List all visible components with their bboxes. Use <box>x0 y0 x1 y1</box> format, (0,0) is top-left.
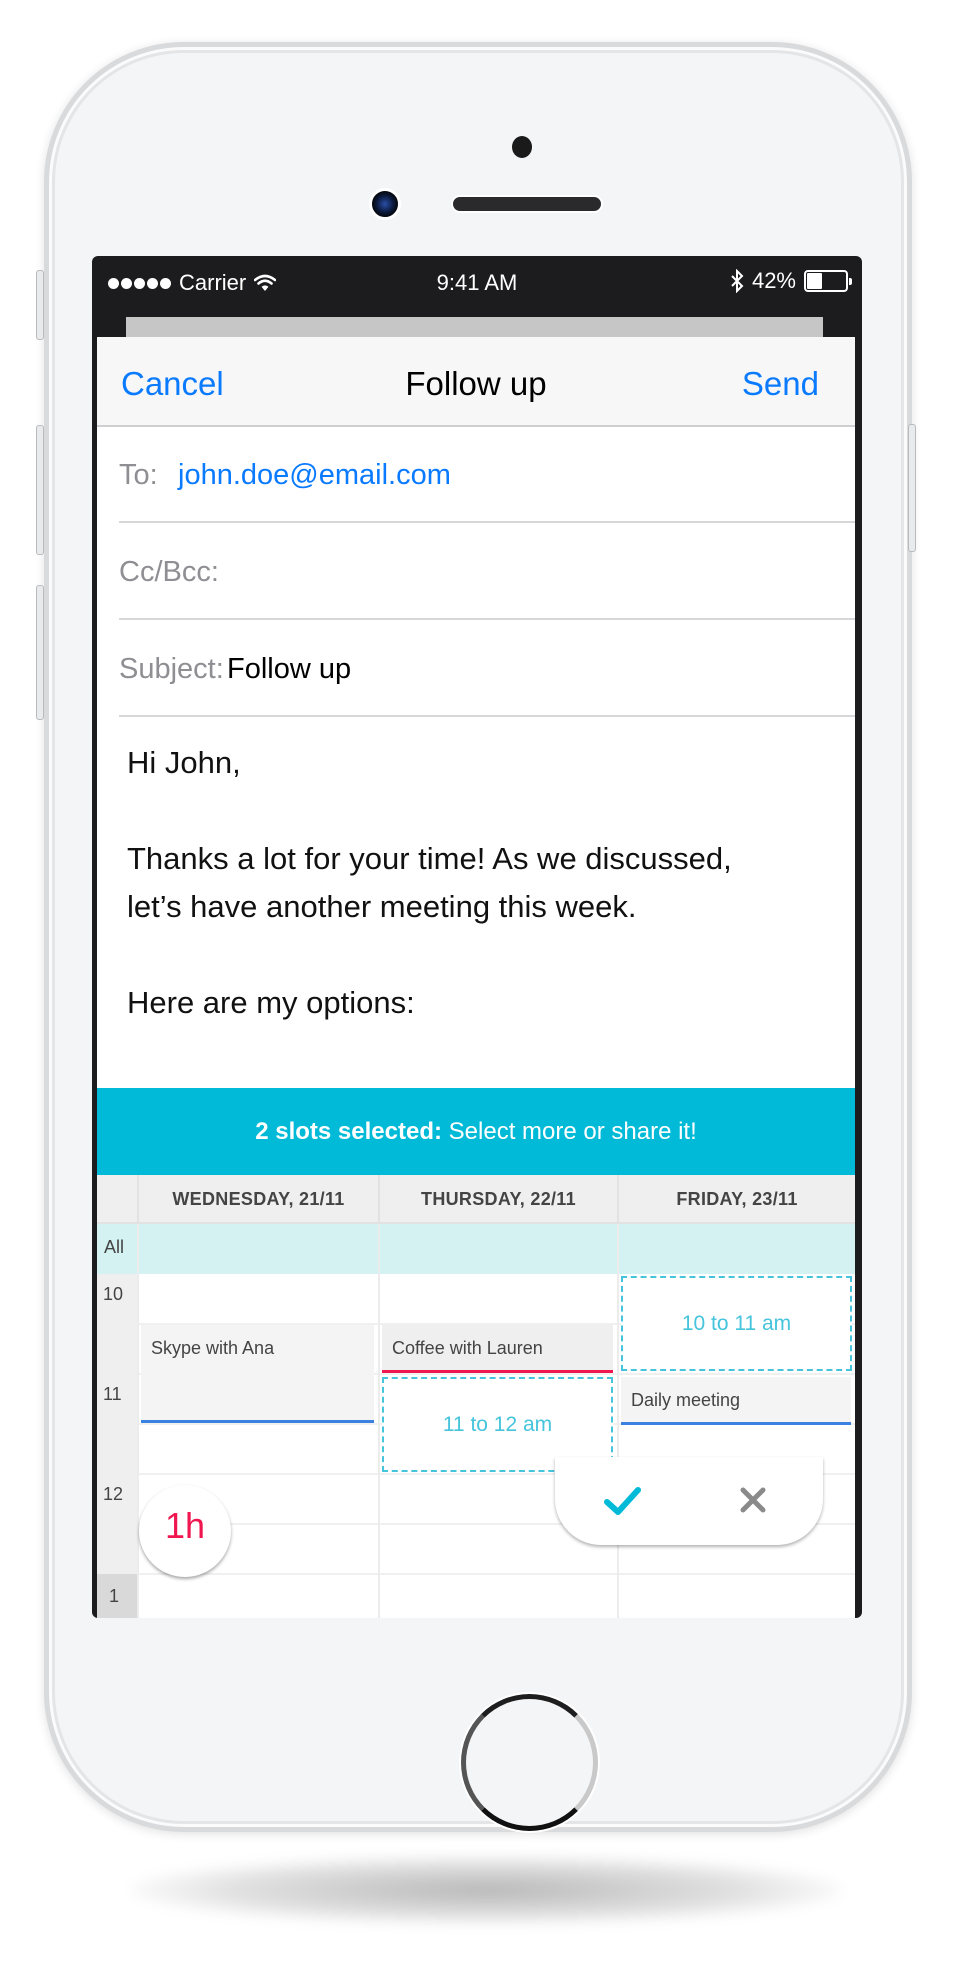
device-shadow <box>130 1855 843 1925</box>
time-gutter: 10 11 12 1 <box>97 1274 137 1618</box>
background-sheet <box>126 317 823 339</box>
front-camera-icon <box>369 188 401 220</box>
event-title: Daily meeting <box>631 1390 741 1410</box>
earpiece-speaker <box>451 195 603 213</box>
to-label: To: <box>119 459 158 491</box>
dismiss-button[interactable] <box>723 1475 783 1525</box>
close-icon <box>740 1487 766 1513</box>
subject-field[interactable]: Subject: Follow up <box>119 621 855 717</box>
volume-down-button[interactable] <box>36 585 44 720</box>
hour-label: 11 <box>103 1384 122 1404</box>
subject-label: Subject: <box>119 653 224 685</box>
all-day-label: All <box>104 1237 125 1257</box>
status-bar: Carrier 9:41 AM 42% <box>92 256 862 306</box>
day-header-wednesday[interactable]: WEDNESDAY, 21/11 <box>137 1175 378 1224</box>
send-button[interactable]: Send <box>742 365 819 403</box>
checkmark-icon <box>604 1487 641 1515</box>
message-body[interactable]: Hi John, Thanks a lot for your time! As … <box>127 739 827 1027</box>
body-line: Thanks a lot for your time! As we discus… <box>127 841 732 876</box>
compose-navbar: Cancel Follow up Send <box>97 337 855 427</box>
event-skype-with-ana[interactable]: Skype with Ana <box>141 1325 374 1423</box>
selected-slot[interactable]: 10 to 11 am <box>621 1276 852 1371</box>
event-daily-meeting[interactable]: Daily meeting <box>621 1377 851 1425</box>
slot-action-bar <box>555 1457 823 1545</box>
slot-label: 11 to 12 am <box>442 1412 553 1436</box>
day-header-thursday[interactable]: THURSDAY, 22/11 <box>378 1175 617 1224</box>
phone-screen: Carrier 9:41 AM 42% Cancel Follow up Sen… <box>92 256 862 1618</box>
battery-icon <box>804 270 852 292</box>
cc-bcc-label: Cc/Bcc: <box>119 556 219 588</box>
mute-switch[interactable] <box>36 270 44 340</box>
hour-label: 1 <box>109 1586 120 1606</box>
compose-sheet: Cancel Follow up Send To: john.doe@email… <box>97 337 855 1618</box>
event-title: Skype with Ana <box>151 1338 275 1358</box>
to-field[interactable]: To: john.doe@email.com <box>119 427 855 523</box>
subject-input[interactable]: Follow up <box>227 653 351 686</box>
event-coffee-with-lauren[interactable]: Coffee with Lauren <box>382 1325 613 1373</box>
power-button[interactable] <box>908 424 916 552</box>
hour-label: 10 <box>103 1284 124 1304</box>
banner-count: 2 slots selected: <box>255 1118 442 1145</box>
body-line: Here are my options: <box>127 985 415 1020</box>
home-button[interactable] <box>461 1694 598 1831</box>
calendar-header: WEDNESDAY, 21/11 THURSDAY, 22/11 FRIDAY,… <box>97 1175 855 1224</box>
banner-hint: Select more or share it! <box>441 1118 697 1145</box>
recipient-token[interactable]: john.doe@email.com <box>178 459 451 492</box>
event-title: Coffee with Lauren <box>392 1338 543 1358</box>
all-day-row[interactable]: All <box>97 1224 855 1274</box>
slots-selected-banner: 2 slots selected: Select more or share i… <box>97 1088 855 1175</box>
body-line: let’s have another meeting this week. <box>127 889 637 924</box>
bluetooth-icon <box>731 269 744 293</box>
hour-label: 12 <box>103 1484 124 1504</box>
battery-percent: 42% <box>751 268 796 293</box>
battery-level <box>807 273 822 289</box>
volume-up-button[interactable] <box>36 425 44 555</box>
cc-bcc-field[interactable]: Cc/Bcc: <box>119 524 855 620</box>
day-header-friday[interactable]: FRIDAY, 23/11 <box>617 1175 855 1224</box>
confirm-button[interactable] <box>593 1475 653 1525</box>
slot-label: 10 to 11 am <box>681 1311 792 1335</box>
proximity-sensor <box>512 136 532 158</box>
body-greeting: Hi John, <box>127 745 241 780</box>
duration-button[interactable]: 1h <box>139 1485 231 1577</box>
